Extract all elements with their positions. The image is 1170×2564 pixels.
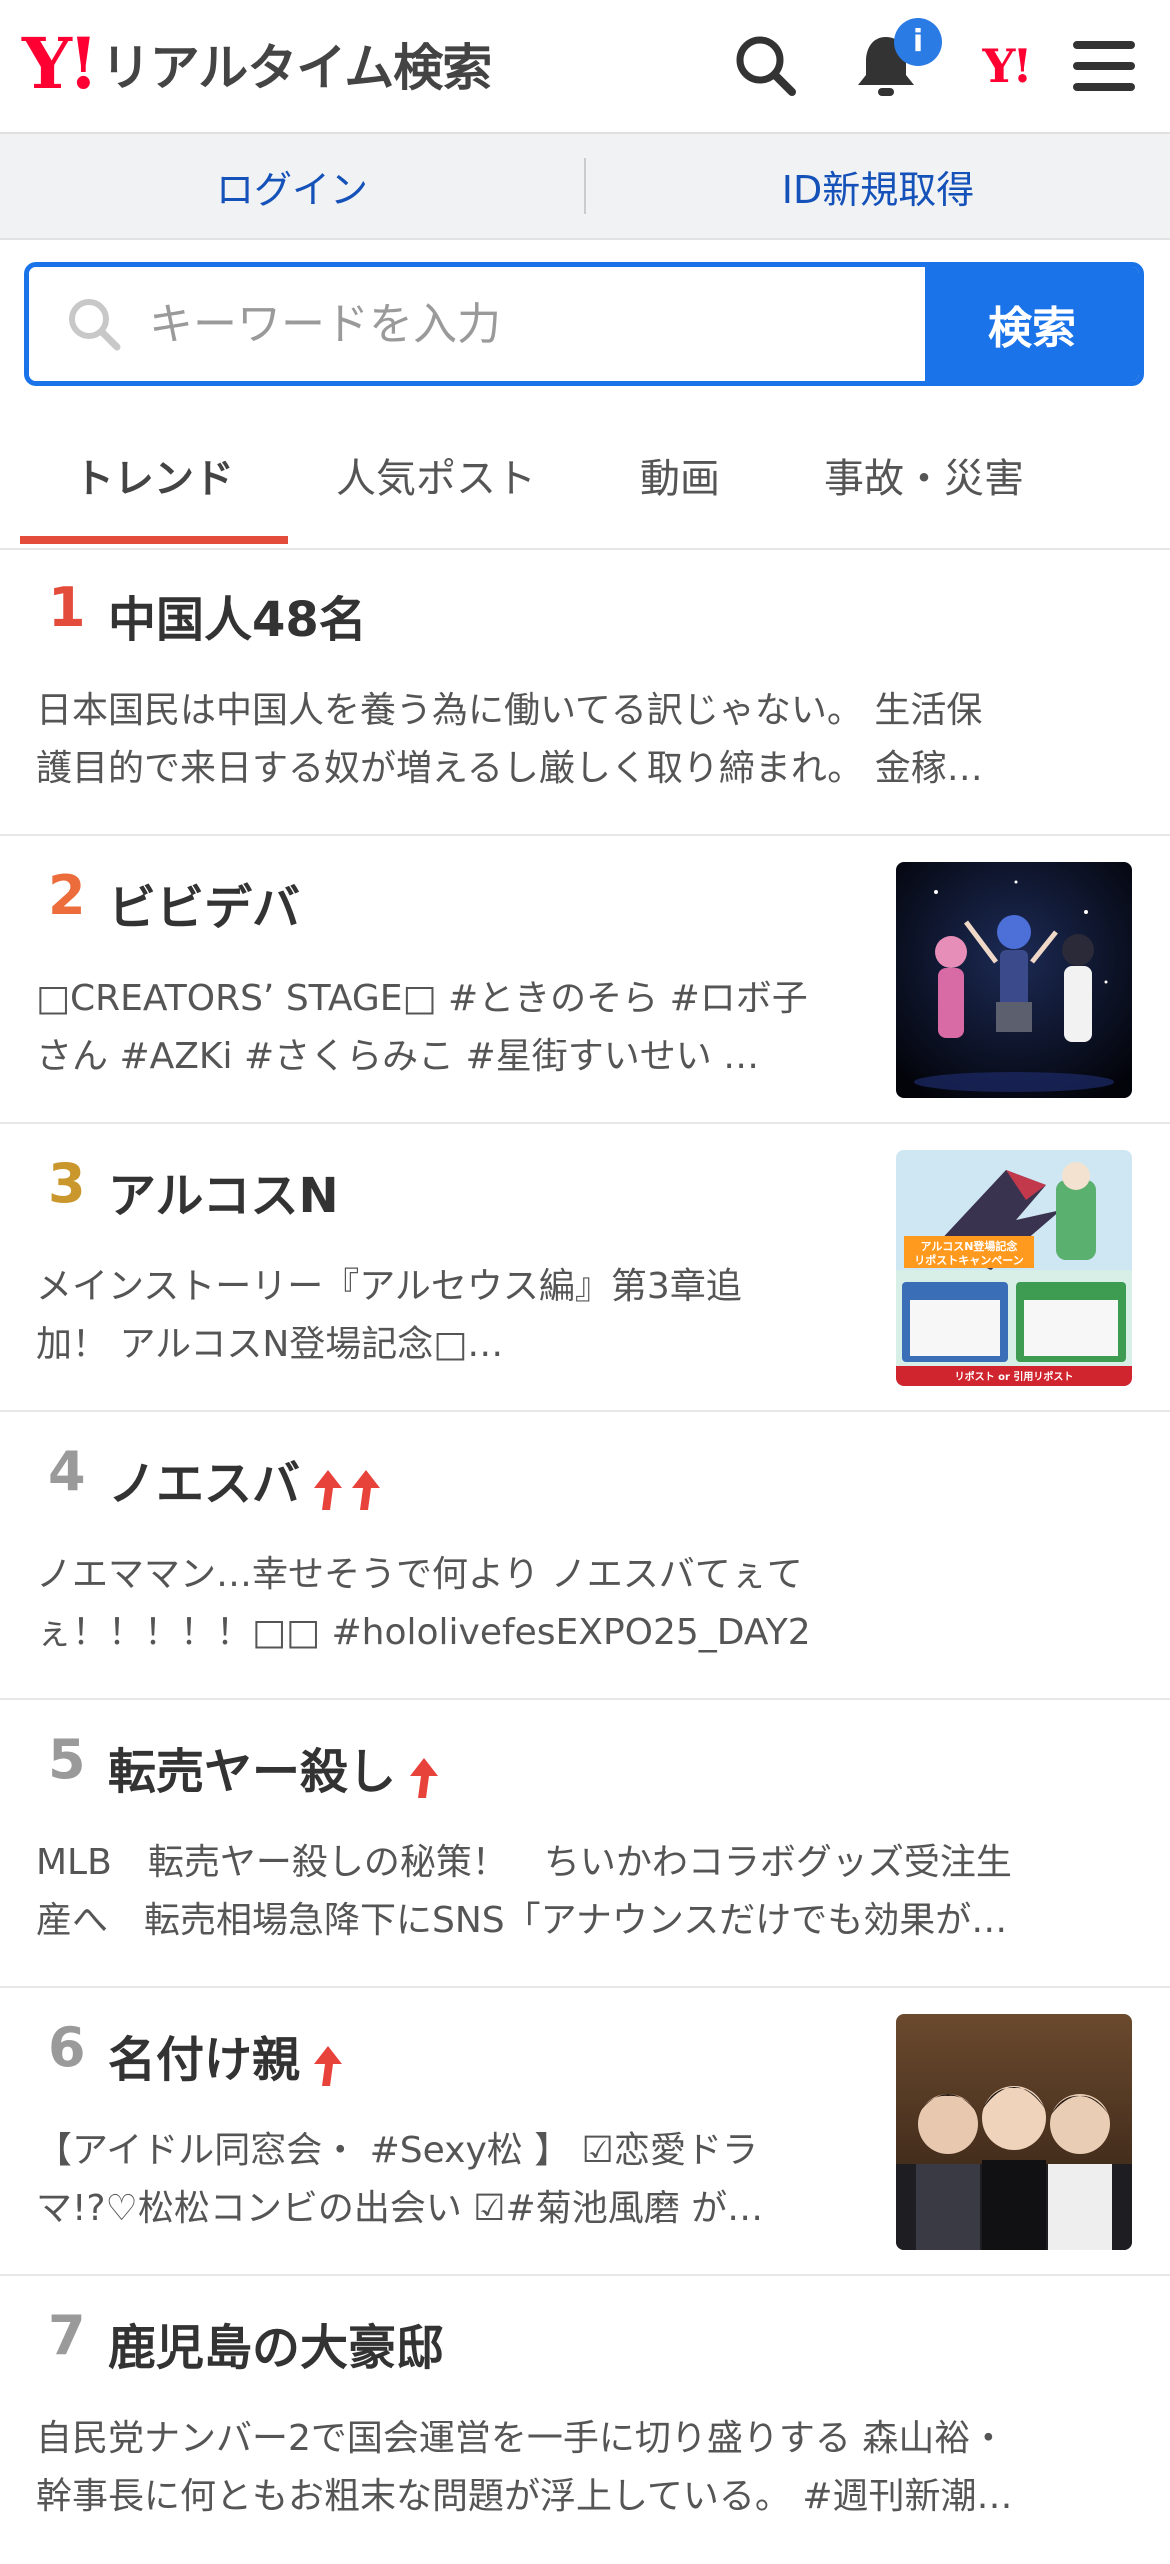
trend-title: ノエスバ <box>108 1444 388 1515</box>
trend-title: アルコスN <box>108 1156 339 1226</box>
trend-thumbnail[interactable] <box>896 862 1132 1098</box>
yahoo-realtime-logo[interactable]: Y! リアルタイム検索 <box>22 22 492 105</box>
trend-description-line: MLB 転売ヤー殺しの秘策！ ちいかわコラボグッズ受注生 <box>36 1842 1012 1883</box>
trend-description: MLB 転売ヤー殺しの秘策！ ちいかわコラボグッズ受注生 産へ 転売相場急降下に… <box>36 1834 1012 1950</box>
trend-item[interactable]: 2 ビビデバ □CREATORS’ STAGE□ #ときのそら #ロボ子 さん … <box>0 836 1170 1124</box>
trend-title: 鹿児島の大豪邸 <box>108 2308 444 2378</box>
trend-description-line: マ!?♡松松コンビの出会い ☑#菊池風磨 が… <box>36 2188 764 2229</box>
trend-title: 中国人48名 <box>108 580 367 650</box>
tab-trend[interactable]: トレンド <box>74 446 234 504</box>
tab-videos[interactable]: 動画 <box>640 446 720 504</box>
search-bar: 検索 <box>24 262 1144 386</box>
trend-description-line: 日本国民は中国人を養う為に働いてる訳じゃない。 生活保 <box>36 690 983 731</box>
trend-up-arrows <box>408 1747 446 1803</box>
trend-rank: 4 <box>48 1440 86 1503</box>
register-id-link[interactable]: ID新規取得 <box>586 159 1170 214</box>
trend-title-text: アルコスN <box>108 1168 339 1224</box>
trend-thumbnail[interactable] <box>896 2014 1132 2250</box>
trend-description-line: 加！ アルコスN登場記念□… <box>36 1324 504 1365</box>
trend-title-text: 転売ヤー殺し <box>108 1744 397 1800</box>
search-field-container <box>29 267 925 381</box>
trend-rank: 1 <box>48 576 86 639</box>
trend-item[interactable]: 5 転売ヤー殺し MLB 転売ヤー殺しの秘策！ ちいかわコラボグッズ受注生 産へ… <box>0 1700 1170 1988</box>
trend-item[interactable]: 7 鹿児島の大豪邸 自民党ナンバー2で国会運営を一手に切り盛りする 森山裕・ 幹… <box>0 2276 1170 2564</box>
login-bar: ログイン ID新規取得 <box>0 134 1170 240</box>
trend-title-text: 鹿児島の大豪邸 <box>108 2320 445 2376</box>
trend-description: 【アイドル同窓会・ #Sexy松 】 ☑恋愛ドラ マ!?♡松松コンビの出会い ☑… <box>36 2122 763 2238</box>
trend-description-line: ぇ！！！！！□□ #hololivefesEXPO25_DAY2 <box>36 1612 811 1653</box>
trend-description: メインストーリー『アルセウス編』第3章追 加！ アルコスN登場記念□… <box>36 1258 742 1374</box>
trend-description-line: 産へ 転売相場急降下にSNS「アナウンスだけでも効果が… <box>36 1900 1008 1941</box>
thumb-campaign-footer: リポスト or 引用リポスト <box>955 1370 1074 1383</box>
trend-title: ビビデバ <box>108 868 300 938</box>
trend-item[interactable]: 4 ノエスバ ノエママン…幸せそうで何より ノエスバてぇて ぇ！！！！！□□ #… <box>0 1412 1170 1700</box>
trend-description: ノエママン…幸せそうで何より ノエスバてぇて ぇ！！！！！□□ #hololiv… <box>36 1546 811 1662</box>
trend-title-text: 名付け親 <box>108 2032 301 2088</box>
thumb-campaign-subtitle: リポストキャンペーン <box>914 1253 1023 1267</box>
tab-accidents-disasters[interactable]: 事故・災害 <box>824 446 1024 504</box>
trend-description-line: さん #AZKi #さくらみこ #星街すいせい … <box>36 1036 760 1077</box>
trend-title-text: ノエスバ <box>108 1456 301 1512</box>
trend-description-line: □CREATORS’ STAGE□ #ときのそら #ロボ子 <box>36 978 808 1019</box>
trend-item[interactable]: 6 名付け親 【アイドル同窓会・ #Sexy松 】 ☑恋愛ドラ マ!?♡松松コン… <box>0 1988 1170 2276</box>
trend-rank: 2 <box>48 864 86 927</box>
category-tabs: トレンド 人気ポスト 動画 事故・災害 <box>0 416 1170 550</box>
trend-up-arrows <box>312 1459 388 1515</box>
tab-popular-posts[interactable]: 人気ポスト <box>336 446 536 504</box>
trend-item[interactable]: 3 アルコスN メインストーリー『アルセウス編』第3章追 加！ アルコスN登場記… <box>0 1124 1170 1412</box>
trend-description: 自民党ナンバー2で国会運営を一手に切り盛りする 森山裕・ 幹事長に何ともお粗末な… <box>36 2410 1013 2526</box>
trend-rank: 5 <box>48 1728 86 1791</box>
search-field-icon <box>59 289 129 359</box>
trend-item[interactable]: 1 中国人48名 日本国民は中国人を養う為に働いてる訳じゃない。 生活保 護目的… <box>0 548 1170 836</box>
login-link[interactable]: ログイン <box>0 159 584 214</box>
trend-description: 日本国民は中国人を養う為に働いてる訳じゃない。 生活保 護目的で来日する奴が増え… <box>36 682 983 798</box>
trend-title: 転売ヤー殺し <box>108 1732 446 1803</box>
trend-rank: 3 <box>48 1152 86 1215</box>
trend-description-line: メインストーリー『アルセウス編』第3章追 <box>36 1266 742 1307</box>
trend-thumbnail[interactable]: アルコスN登場記念 リポストキャンペーン リポスト or 引用リポスト <box>896 1150 1132 1386</box>
trend-title-text: ビビデバ <box>108 880 301 936</box>
trend-up-arrows <box>312 2035 350 2091</box>
thumb-campaign-title: アルコスN登場記念 <box>921 1239 1019 1253</box>
logo-title: リアルタイム検索 <box>100 39 492 97</box>
search-input[interactable] <box>147 297 851 351</box>
trend-description-line: 自民党ナンバー2で国会運営を一手に切り盛りする 森山裕・ <box>36 2418 1007 2459</box>
app-header: Y! リアルタイム検索 i Y! <box>0 0 1170 134</box>
trend-rank: 7 <box>48 2304 86 2367</box>
trend-description-line: ノエママン…幸せそうで何より ノエスバてぇて <box>36 1554 803 1595</box>
trend-description-line: 【アイドル同窓会・ #Sexy松 】 ☑恋愛ドラ <box>36 2130 758 2171</box>
yahoo-logo-mark: Y! <box>22 22 99 105</box>
trend-rank: 6 <box>48 2016 86 2079</box>
trend-up-arrow-icon <box>314 1470 343 1510</box>
trend-description-line: 護目的で来日する奴が増えるし厳しく取り締まれ。 金稼… <box>36 748 983 789</box>
yahoo-japan-icon-text: Y! <box>982 39 1032 93</box>
trend-up-arrow-icon <box>410 1758 439 1798</box>
notification-bell-icon[interactable]: i <box>846 18 942 106</box>
search-button[interactable]: 検索 <box>925 267 1139 381</box>
trend-title-text: 中国人48名 <box>108 592 367 648</box>
trend-title: 名付け親 <box>108 2020 350 2091</box>
yahoo-japan-icon[interactable]: Y! <box>964 26 1048 106</box>
trend-up-arrow-icon <box>314 2046 343 2086</box>
hamburger-menu-icon[interactable] <box>1064 26 1144 106</box>
trend-list: 1 中国人48名 日本国民は中国人を養う為に働いてる訳じゃない。 生活保 護目的… <box>0 548 1170 2564</box>
search-icon[interactable] <box>726 26 806 106</box>
notification-badge: i <box>894 18 942 66</box>
trend-description-line: 幹事長に何ともお粗末な問題が浮上している。 #週刊新潮… <box>36 2476 1013 2517</box>
trend-up-arrow-icon <box>352 1470 381 1510</box>
trend-description: □CREATORS’ STAGE□ #ときのそら #ロボ子 さん #AZKi #… <box>36 970 808 1086</box>
active-tab-indicator <box>20 536 288 544</box>
